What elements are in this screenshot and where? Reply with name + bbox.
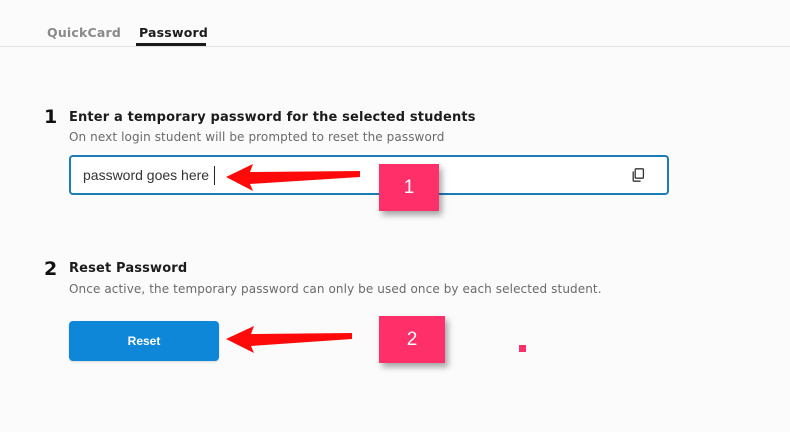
annotation-arrow-2	[226, 326, 352, 353]
annotation-arrows	[226, 164, 360, 353]
annotation-badge-2: 2	[379, 316, 445, 363]
annotation-badge-1: 1	[379, 164, 439, 211]
annotation-arrow-1	[226, 164, 360, 191]
annotation-dot	[519, 345, 526, 352]
